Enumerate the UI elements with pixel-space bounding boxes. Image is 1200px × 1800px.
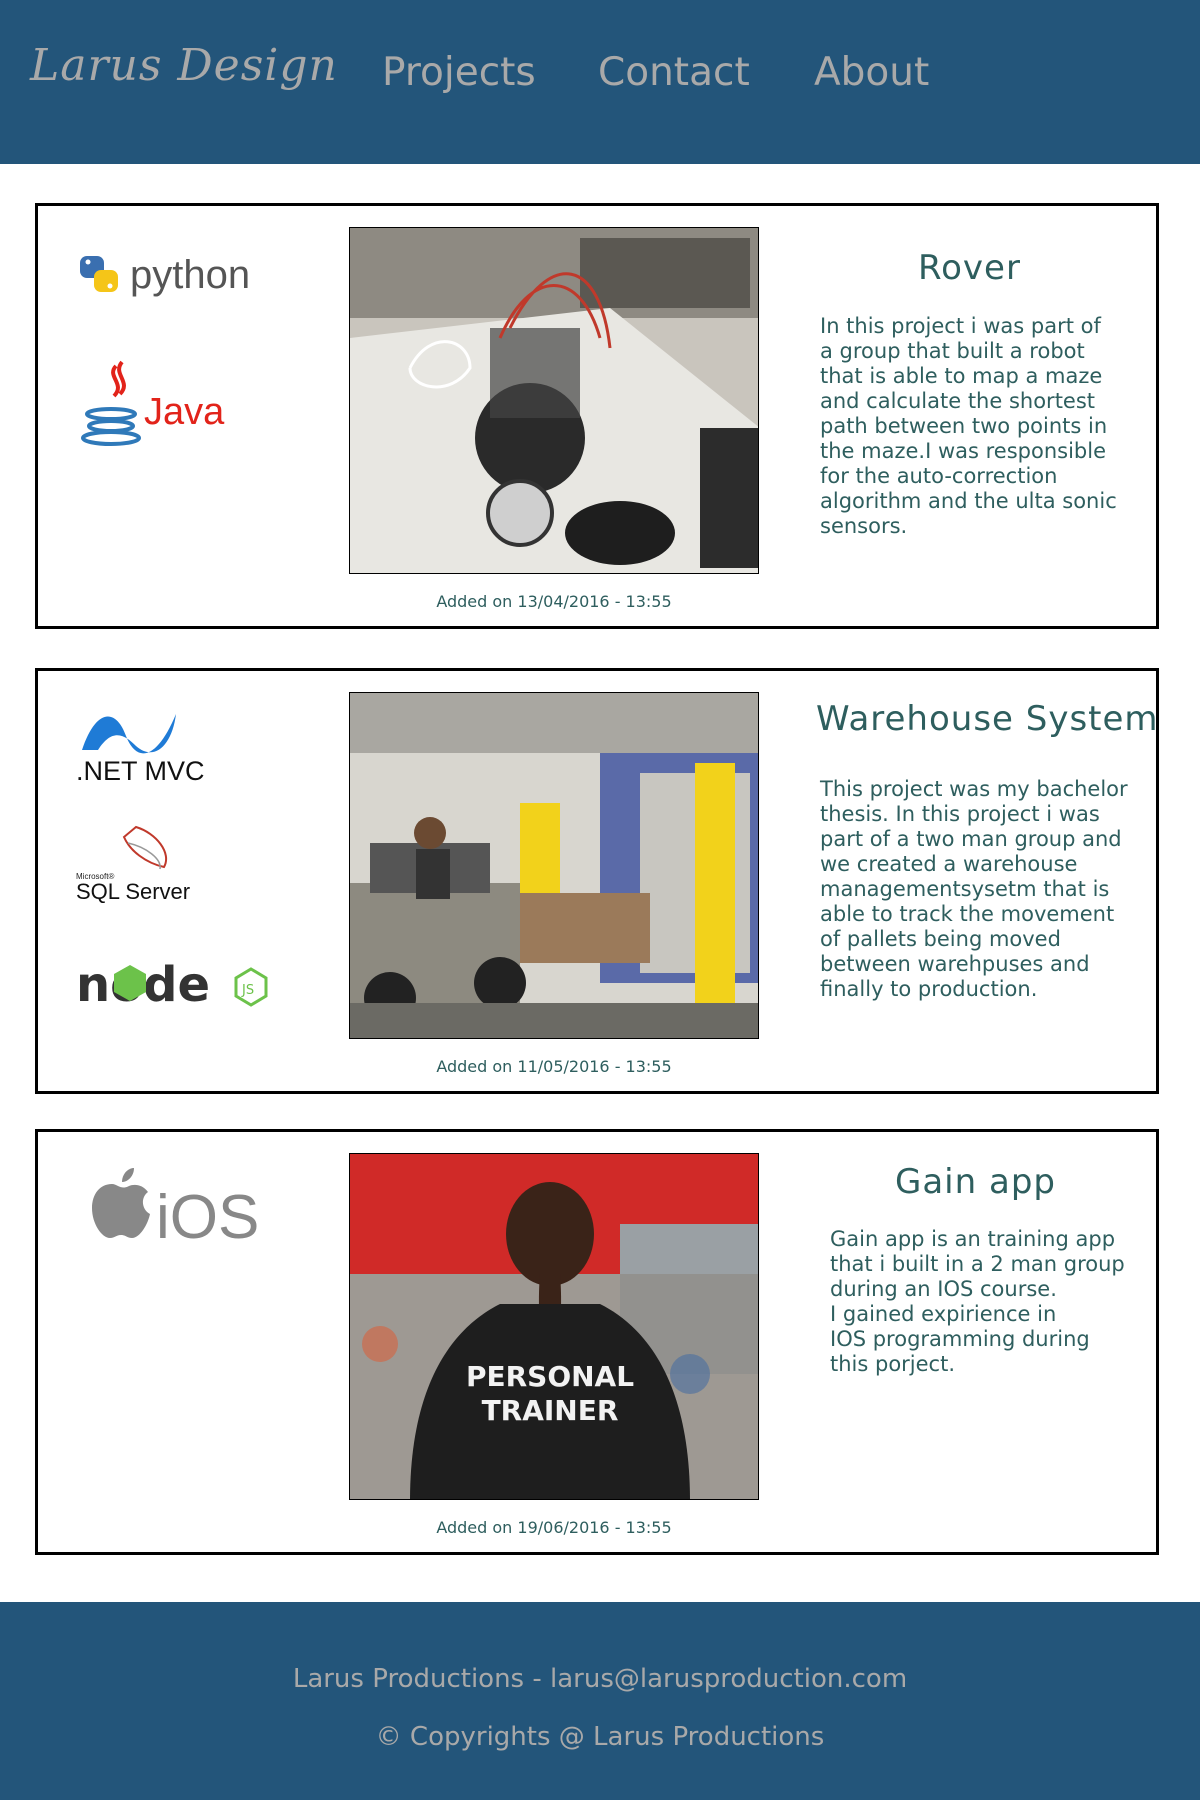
brand-logo[interactable]: Larus Design — [30, 40, 338, 91]
nav-projects[interactable]: Projects — [382, 50, 536, 95]
project-title: Gain app — [895, 1162, 1056, 1202]
site-header: Larus Design Projects Contact About — [0, 0, 1200, 164]
robot-rover-photo — [349, 227, 759, 574]
project-date: Added on 11/05/2016 - 13:55 — [436, 1057, 672, 1076]
project-card-warehouse: .NET MVC Microsoft® SQL Server node JS — [35, 668, 1159, 1094]
svg-text:.NET MVC: .NET MVC — [76, 756, 205, 786]
svg-text:TRAINER: TRAINER — [482, 1394, 619, 1427]
project-date: Added on 19/06/2016 - 13:55 — [436, 1518, 672, 1537]
project-description: This project was my bachelor thesis. In … — [820, 777, 1128, 1001]
project-description: Gain app is an training app that i built… — [830, 1227, 1125, 1376]
svg-text:Java: Java — [144, 391, 225, 433]
sql-server-logo: Microsoft® SQL Server — [76, 823, 206, 907]
ios-logo: iOS — [80, 1160, 260, 1254]
nav-contact[interactable]: Contact — [598, 50, 750, 95]
footer-copyright: © Copyrights @ Larus Productions — [375, 1722, 825, 1752]
site-footer: Larus Productions - larus@larusproductio… — [0, 1602, 1200, 1800]
project-title: Rover — [918, 248, 1021, 288]
nodejs-logo: node JS — [76, 951, 276, 1019]
project-description: In this project i was part of a group th… — [820, 314, 1117, 538]
svg-text:JS: JS — [241, 983, 254, 998]
dotnet-mvc-logo: .NET MVC — [76, 706, 206, 790]
project-date: Added on 13/04/2016 - 13:55 — [436, 592, 672, 611]
java-logo: Java — [76, 356, 236, 455]
nav-about[interactable]: About — [814, 50, 929, 95]
svg-text:python: python — [130, 253, 250, 297]
svg-text:iOS: iOS — [156, 1183, 259, 1250]
svg-text:SQL Server: SQL Server — [76, 879, 190, 903]
svg-text:PERSONAL: PERSONAL — [466, 1360, 634, 1393]
project-title: Warehouse System — [816, 699, 1159, 739]
python-logo: python — [76, 246, 286, 310]
project-card-gain-app: iOS PERSONAL TRAINER Gain app Gain app i… — [35, 1129, 1159, 1555]
footer-contact[interactable]: Larus Productions - larus@larusproductio… — [0, 1664, 1200, 1694]
forklift-warehouse-photo — [349, 692, 759, 1039]
personal-trainer-photo: PERSONAL TRAINER — [349, 1153, 759, 1500]
project-card-rover: python Java Rover In this project i was … — [35, 203, 1159, 629]
